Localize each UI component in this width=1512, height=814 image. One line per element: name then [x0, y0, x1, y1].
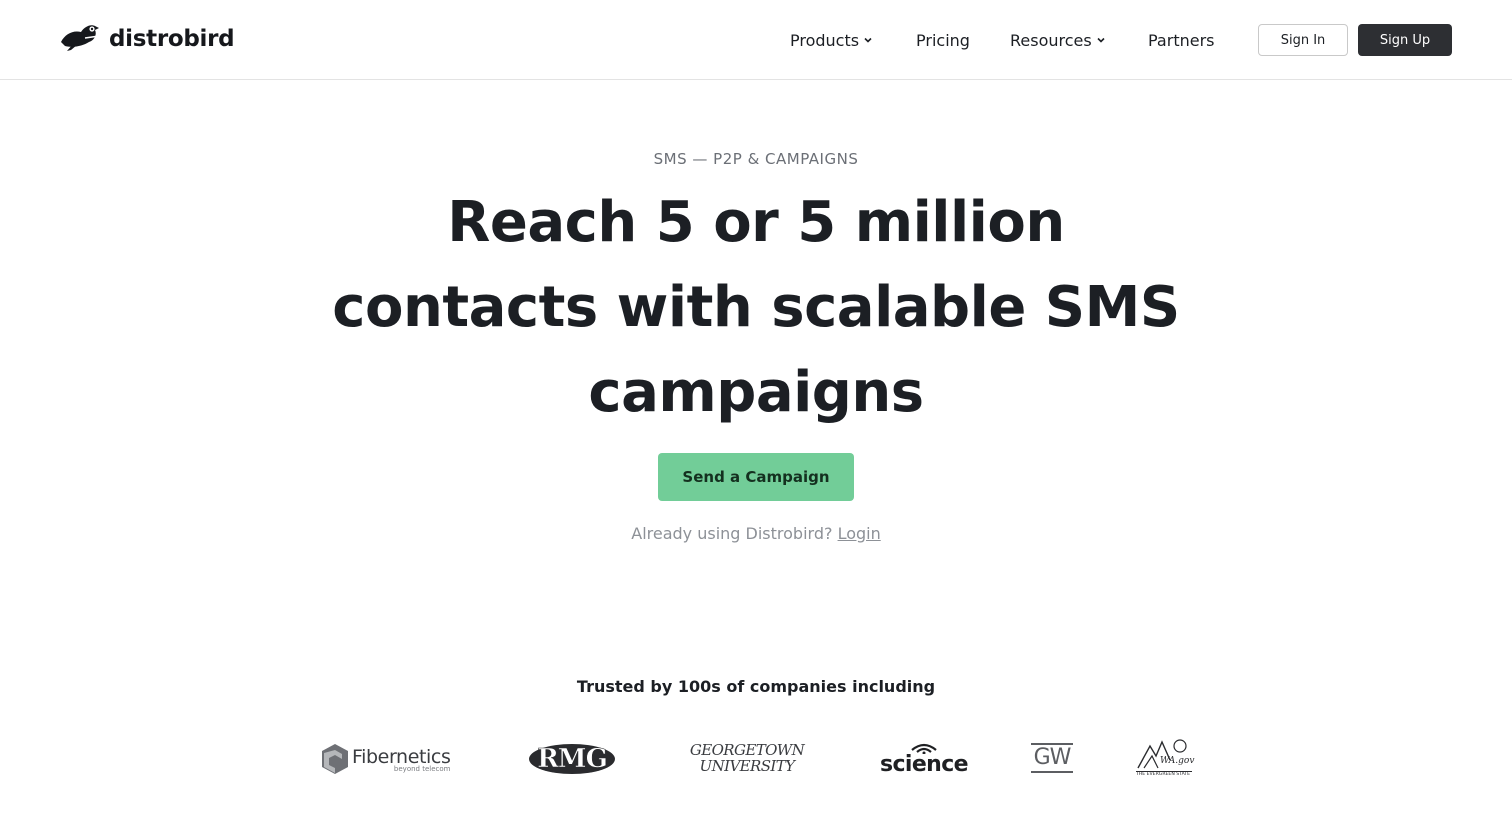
- fibernetics-tagline: beyond telecom: [393, 764, 451, 773]
- wagov-logo: WA.gov THE EVERGREEN STATE: [1136, 738, 1195, 780]
- science-logo: science: [879, 742, 969, 777]
- nav-products-label: Products: [790, 30, 860, 50]
- sign-in-button[interactable]: Sign In: [1258, 24, 1348, 56]
- sign-up-button[interactable]: Sign Up: [1358, 24, 1452, 56]
- brand-name: distrobird: [109, 26, 235, 52]
- wagov-text: WA.gov: [1160, 756, 1195, 766]
- bird-icon: [59, 20, 103, 58]
- georgetown-line-2: UNIVERSITY: [699, 757, 795, 775]
- chevron-down-icon: [1097, 37, 1105, 43]
- gw-bottom-rule: [1031, 771, 1073, 773]
- georgetown-line-1: GEORGETOWN: [689, 741, 805, 759]
- client-logos: Fibernetics beyond telecom RMG GEORGETOW…: [0, 730, 1512, 790]
- science-text: science: [879, 752, 969, 777]
- headline-line-2: contacts with scalable SMS: [332, 275, 1180, 340]
- gw-logo: GW: [1031, 743, 1073, 775]
- rmg-logo: RMG: [528, 742, 616, 776]
- headline-line-1: Reach 5 or 5 million: [447, 190, 1065, 255]
- nav-resources-label: Resources: [1010, 30, 1092, 50]
- nav-products[interactable]: Products: [790, 28, 873, 52]
- already-using-text: Already using Distrobird? Login: [0, 524, 1512, 543]
- fibernetics-logo: Fibernetics beyond telecom: [320, 742, 451, 776]
- georgetown-logo: GEORGETOWN UNIVERSITY: [680, 742, 814, 774]
- gw-text: GW: [1033, 745, 1072, 770]
- wagov-tagline: THE EVERGREEN STATE: [1136, 772, 1191, 777]
- fibernetics-mark-icon: [322, 744, 348, 774]
- nav-partners-label: Partners: [1148, 30, 1215, 50]
- brand-logo[interactable]: distrobird: [59, 20, 235, 58]
- send-campaign-button[interactable]: Send a Campaign: [658, 453, 854, 501]
- rmg-text: RMG: [537, 744, 608, 775]
- trusted-heading: Trusted by 100s of companies including: [576, 677, 936, 696]
- nav-pricing[interactable]: Pricing: [916, 28, 970, 52]
- nav-pricing-label: Pricing: [916, 30, 970, 50]
- hero-eyebrow: SMS — P2P & CAMPAIGNS: [653, 150, 859, 168]
- nav-partners[interactable]: Partners: [1148, 28, 1214, 52]
- login-link[interactable]: Login: [838, 524, 881, 543]
- hero-headline: Reach 5 or 5 million contacts with scala…: [0, 180, 1512, 435]
- chevron-down-icon: [864, 37, 872, 43]
- headline-line-3: campaigns: [588, 360, 924, 425]
- site-header: distrobird Products Pricing Resources Pa…: [0, 0, 1512, 80]
- nav-resources[interactable]: Resources: [1010, 28, 1106, 52]
- already-using-label: Already using Distrobird?: [631, 524, 833, 543]
